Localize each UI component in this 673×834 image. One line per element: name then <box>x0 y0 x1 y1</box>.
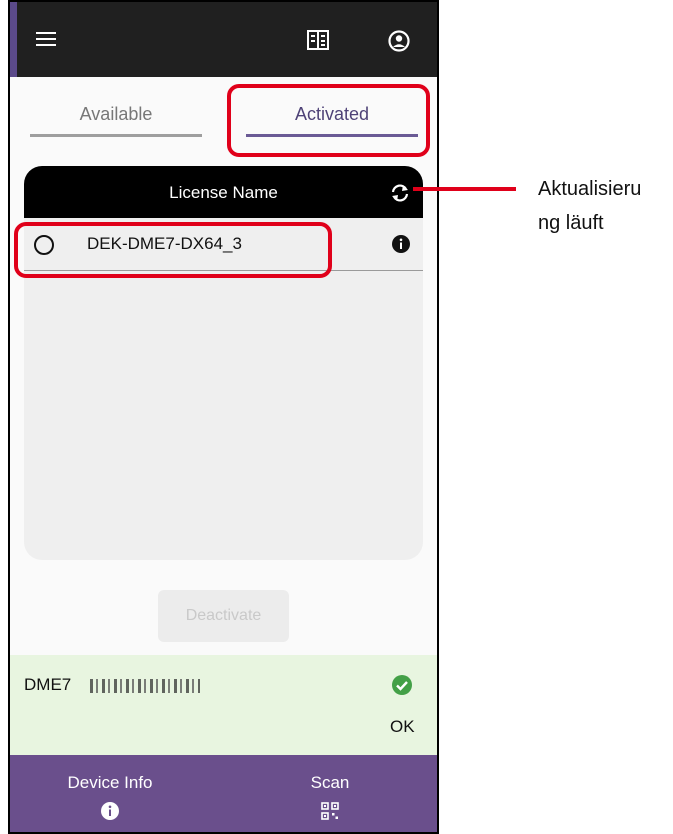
info-icon[interactable] <box>391 234 411 254</box>
license-name-column-header: License Name <box>169 183 278 202</box>
highlight-license-row <box>14 222 332 278</box>
nav-scan[interactable]: Scan <box>290 773 370 821</box>
building-icon[interactable] <box>307 30 329 50</box>
account-circle-icon[interactable] <box>388 30 410 52</box>
serial-number-obscured <box>90 679 200 693</box>
nav-device-info-label: Device Info <box>67 773 153 792</box>
nav-scan-label: Scan <box>310 773 350 792</box>
refresh-icon[interactable] <box>389 182 411 204</box>
app-bar-accent <box>10 2 17 77</box>
device-name: DME7 <box>24 675 72 694</box>
check-circle-icon <box>392 675 412 695</box>
deactivate-button[interactable]: Deactivate <box>158 590 289 642</box>
info-icon <box>101 802 119 820</box>
callout-label-line2: ng läuft <box>538 212 604 234</box>
highlight-activated-tab <box>227 84 430 157</box>
license-list-header: License Name <box>24 166 423 218</box>
callout-line <box>413 187 516 191</box>
hamburger-menu-icon[interactable] <box>36 32 56 50</box>
tab-available[interactable]: Available <box>30 77 202 147</box>
tab-available-underline <box>30 134 202 137</box>
bottom-navigation: Device Info Scan <box>10 755 437 832</box>
callout-label-line1: Aktualisieru <box>538 178 642 200</box>
nav-device-info[interactable]: Device Info <box>55 773 165 821</box>
tab-available-label: Available <box>79 104 153 124</box>
status-text: OK <box>390 717 415 736</box>
qr-code-icon <box>321 802 339 820</box>
device-status-panel: DME7 OK <box>10 655 437 755</box>
app-bar <box>10 2 437 77</box>
callout-label: Aktualisieru ng läuft <box>538 172 673 240</box>
